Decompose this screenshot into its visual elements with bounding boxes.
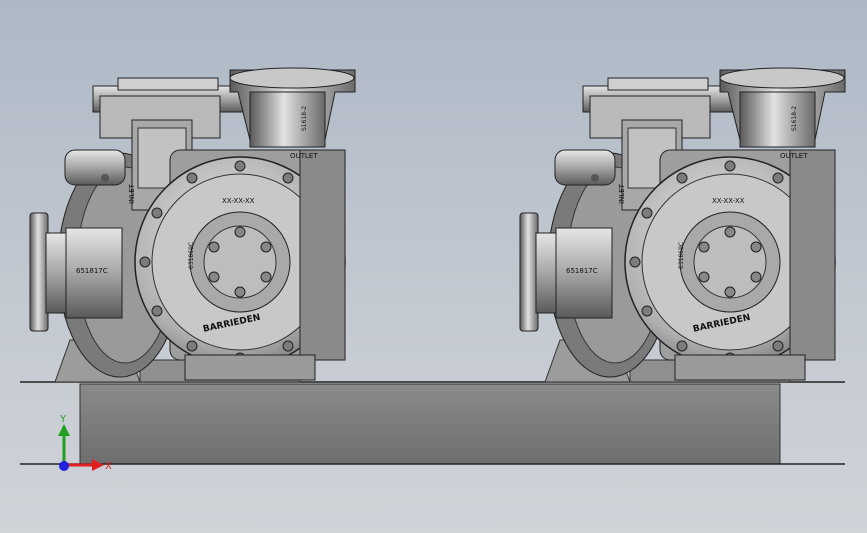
side-code: 651817C <box>566 267 598 275</box>
x-axis-arrowhead <box>92 459 104 471</box>
axis-triad: Y X <box>58 414 112 472</box>
volute-code: 031869C <box>188 242 195 269</box>
x-axis-label: X <box>105 461 112 472</box>
casing-code: XX-XX-XX <box>712 197 745 205</box>
side-code: 651817C <box>76 267 108 275</box>
volute-code: 031869C <box>678 242 685 269</box>
pump-assembly-model[interactable]: OUTLET INLET XX-XX-XX 651817C 031869C S1… <box>0 0 867 533</box>
outlet-label: OUTLET <box>780 152 808 160</box>
bracket-code: S1618-2 <box>791 106 798 131</box>
inlet-label: INLET <box>618 183 626 204</box>
inlet-label: INLET <box>128 183 136 204</box>
cad-viewport[interactable]: OUTLET INLET XX-XX-XX 651817C 031869C S1… <box>0 0 867 533</box>
casing-code: XX-XX-XX <box>222 197 255 205</box>
y-axis-label: Y <box>59 414 67 425</box>
z-axis-dot <box>59 461 69 471</box>
pump-unit-right[interactable]: OUTLET INLET XX-XX-XX 651817C 031869C S1… <box>519 67 846 383</box>
bracket-code: S1618-2 <box>301 106 308 131</box>
base-skid <box>79 383 781 465</box>
y-axis-arrowhead <box>58 424 70 436</box>
outlet-label: OUTLET <box>290 152 318 160</box>
pump-unit-left[interactable]: OUTLET INLET XX-XX-XX 651817C 031869C S1… <box>29 67 356 383</box>
